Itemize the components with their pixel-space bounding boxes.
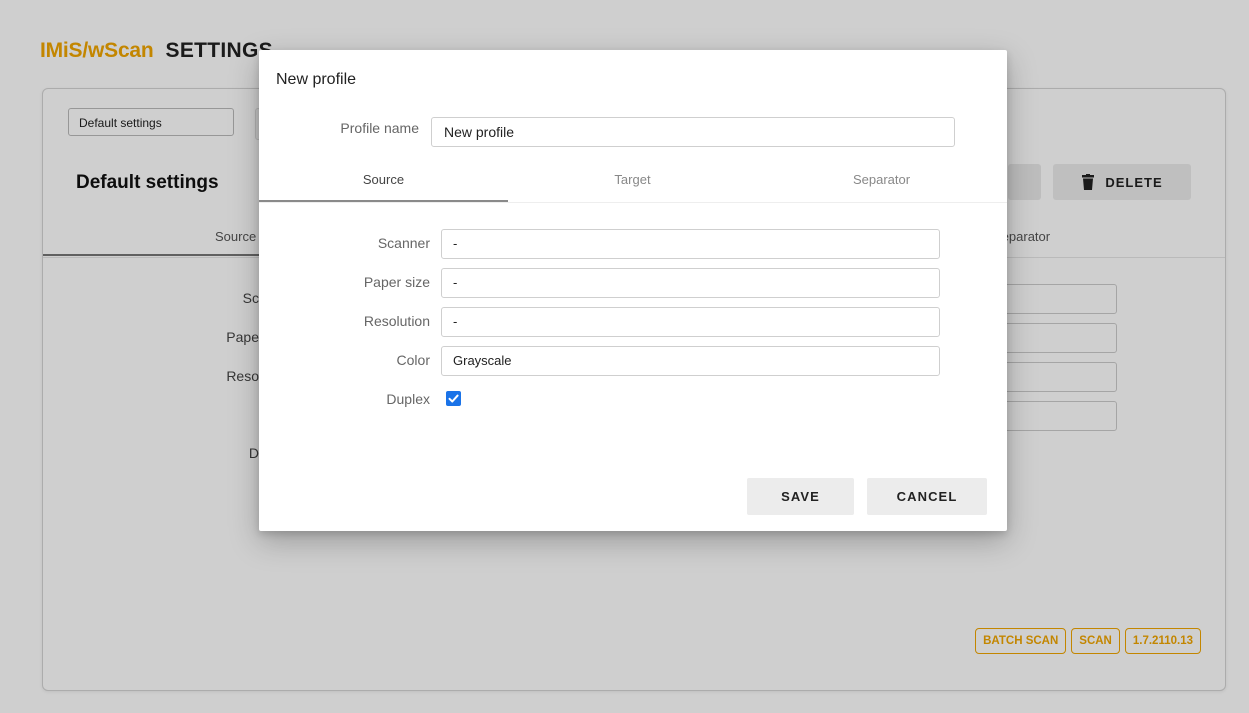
scanner-label: Scanner: [377, 235, 430, 251]
checkmark-icon: [448, 394, 459, 403]
duplex-checkbox[interactable]: [446, 391, 461, 406]
scanner-select[interactable]: -: [441, 229, 940, 259]
profile-name-label: Profile name: [340, 120, 419, 136]
duplex-label: Duplex: [386, 391, 430, 407]
resolution-label: Resolution: [363, 313, 430, 329]
color-label: Color: [396, 352, 430, 368]
color-select[interactable]: Grayscale: [441, 346, 940, 376]
dialog-title: New profile: [276, 71, 357, 88]
active-tab-indicator: [259, 200, 508, 202]
cancel-button[interactable]: CANCEL: [867, 478, 987, 515]
tab-separator[interactable]: Separator: [757, 160, 1006, 200]
save-button[interactable]: SAVE: [747, 478, 854, 515]
paper-size-label: Paper size: [363, 274, 430, 290]
tab-target[interactable]: Target: [508, 160, 757, 200]
dialog-tabs: Source Target Separator: [259, 160, 1007, 203]
new-profile-dialog: New profile Profile name Source Target S…: [259, 50, 1007, 531]
resolution-select[interactable]: -: [441, 307, 940, 337]
paper-size-select[interactable]: -: [441, 268, 940, 298]
profile-name-input[interactable]: [431, 117, 955, 147]
tab-source[interactable]: Source: [259, 160, 508, 200]
